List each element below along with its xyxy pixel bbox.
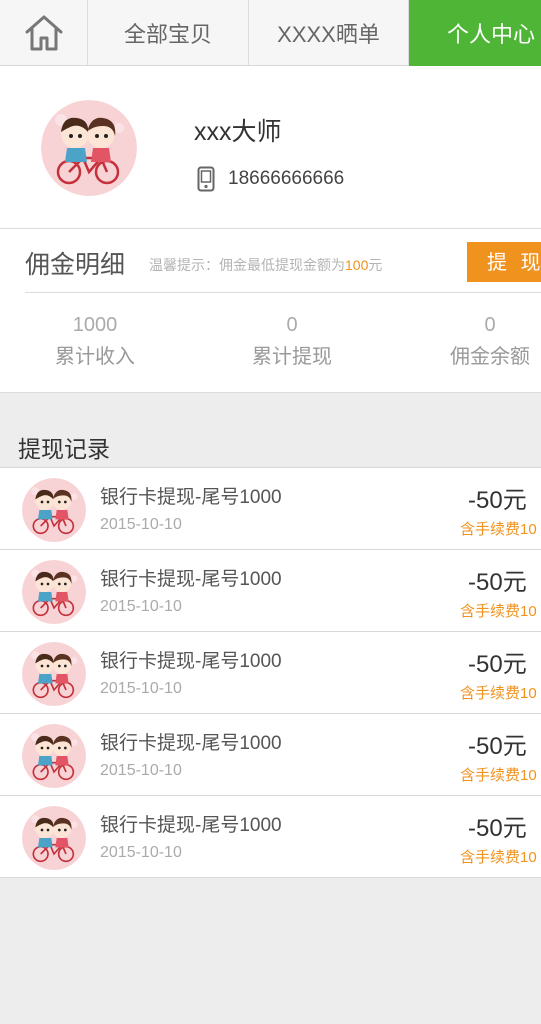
stat-label: 累计收入	[55, 346, 135, 368]
withdraw-button[interactable]: 提 现	[467, 242, 541, 282]
record-date: 2015-10-10	[100, 680, 182, 697]
avatar	[22, 560, 86, 624]
home-button[interactable]	[0, 0, 88, 66]
list-item[interactable]: 银行卡提现-尾号1000 2015-10-10 -50元 含手续费10	[0, 550, 541, 632]
record-date: 2015-10-10	[100, 598, 182, 615]
home-icon	[25, 15, 62, 51]
record-amount: -50元	[468, 569, 527, 596]
stat-total-income: 1000 累计收入	[25, 313, 165, 373]
stat-label: 佣金余额	[450, 346, 530, 368]
list-item[interactable]: 银行卡提现-尾号1000 2015-10-10 -50元 含手续费10	[0, 714, 541, 796]
commission-panel: 佣金明细 温馨提示：佣金最低提现金额为100元 提 现 1000 累计收入 0 …	[0, 228, 541, 393]
stat-total-withdrawn: 0 累计提现	[222, 313, 362, 373]
records-list: 银行卡提现-尾号1000 2015-10-10 -50元 含手续费10 银行卡提…	[0, 467, 541, 878]
record-amount: -50元	[468, 815, 527, 842]
record-fee: 含手续费10	[460, 685, 537, 702]
record-fee: 含手续费10	[460, 849, 537, 866]
avatar	[22, 478, 86, 542]
record-fee: 含手续费10	[460, 521, 537, 538]
records-title: 提现记录	[18, 436, 110, 462]
stat-value: 0	[286, 314, 298, 336]
stat-value: 1000	[72, 314, 118, 336]
record-title: 银行卡提现-尾号1000	[100, 487, 282, 508]
record-fee: 含手续费10	[460, 767, 537, 784]
record-title: 银行卡提现-尾号1000	[100, 651, 282, 672]
profile-section: xxx大师 18666666666	[0, 66, 541, 228]
list-item[interactable]: 银行卡提现-尾号1000 2015-10-10 -50元 含手续费10	[0, 632, 541, 714]
avatar	[22, 806, 86, 870]
divider	[25, 292, 541, 293]
stat-label: 累计提现	[252, 346, 332, 368]
record-amount: -50元	[468, 733, 527, 760]
stat-value: 0	[484, 314, 496, 336]
stat-commission-balance: 0 佣金余额	[420, 313, 541, 373]
record-amount: -50元	[468, 651, 527, 678]
withdraw-tip-amount: 100	[345, 257, 369, 273]
record-date: 2015-10-10	[100, 844, 182, 861]
avatar	[22, 642, 86, 706]
list-item[interactable]: 银行卡提现-尾号1000 2015-10-10 -50元 含手续费10	[0, 468, 541, 550]
record-fee: 含手续费10	[460, 603, 537, 620]
username: xxx大师	[194, 118, 282, 146]
tab-personal-center[interactable]: 个人中心	[409, 0, 541, 66]
record-date: 2015-10-10	[100, 762, 182, 779]
top-navigation: 全部宝贝 XXXX晒单 个人中心	[0, 0, 541, 66]
tab-all-products[interactable]: 全部宝贝	[88, 0, 249, 66]
phone-number: 18666666666	[228, 168, 345, 189]
withdraw-tip: 温馨提示：佣金最低提现金额为100元	[149, 255, 382, 275]
record-title: 银行卡提现-尾号1000	[100, 733, 282, 754]
withdraw-tip-text: 温馨提示：佣金最低提现金额为	[149, 257, 345, 273]
commission-title: 佣金明细	[25, 251, 126, 279]
record-date: 2015-10-10	[100, 516, 182, 533]
record-amount: -50元	[468, 487, 527, 514]
tab-showcase[interactable]: XXXX晒单	[249, 0, 409, 66]
list-item[interactable]: 银行卡提现-尾号1000 2015-10-10 -50元 含手续费10	[0, 796, 541, 878]
record-title: 银行卡提现-尾号1000	[100, 815, 282, 836]
record-title: 银行卡提现-尾号1000	[100, 569, 282, 590]
avatar[interactable]	[41, 100, 137, 196]
withdraw-tip-unit: 元	[368, 257, 383, 273]
avatar	[22, 724, 86, 788]
mobile-phone-icon	[197, 166, 215, 192]
